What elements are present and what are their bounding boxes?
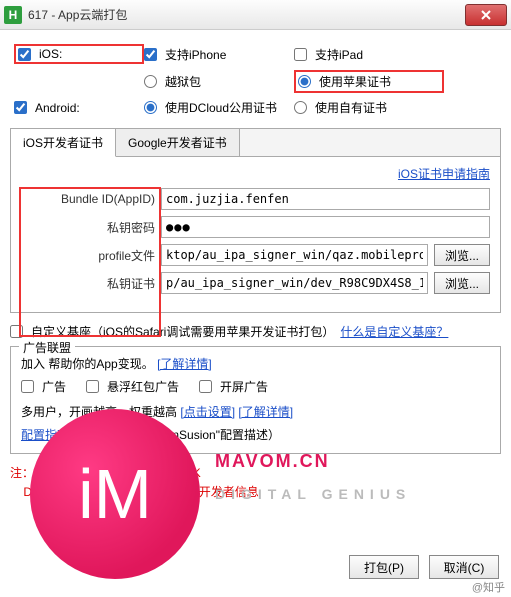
profile-browse-button[interactable]: 浏览...	[434, 244, 490, 266]
ad-chk-1[interactable]: 广告	[21, 378, 66, 395]
ad-learn-link2[interactable]: [了解详情]	[238, 405, 293, 419]
ad-config-guide-link[interactable]: 配置指南	[21, 428, 69, 442]
note-line1: 需要配置Xcode和Android SDK	[37, 466, 200, 480]
android-checkbox[interactable]: Android:	[14, 99, 144, 116]
note-line2a: DCloud	[23, 485, 63, 499]
tab-ios-cert[interactable]: iOS开发者证书	[11, 129, 116, 157]
dcloud-cert-radio[interactable]: 使用DCloud公用证书	[144, 99, 294, 116]
ad-line1-suffix: 帮助你的App变现。	[48, 357, 153, 371]
ad-chk-2[interactable]: 悬浮红包广告	[86, 378, 179, 395]
cert-label: 私钥证书	[21, 275, 161, 292]
cert-guide-link[interactable]: iOS证书申请指南	[398, 167, 490, 181]
note-prefix: 注：	[10, 466, 34, 480]
profile-input[interactable]	[161, 244, 428, 266]
ad-setting-link[interactable]: [点击设置]	[180, 405, 235, 419]
ad-learn-link[interactable]: [了解详情]	[157, 357, 212, 371]
iphone-checkbox[interactable]: 支持iPhone	[144, 44, 294, 64]
ad-chk-3[interactable]: 开屏广告	[199, 378, 268, 395]
pack-button[interactable]: 打包(P)	[349, 555, 419, 579]
profile-label: profile文件	[21, 247, 161, 264]
own-cert-radio[interactable]: 使用自有证书	[294, 99, 444, 116]
ad-title: 广告联盟	[19, 339, 75, 356]
apple-cert-radio[interactable]: 使用苹果证书	[298, 73, 391, 90]
pwd-input[interactable]	[161, 216, 490, 238]
cert-browse-button[interactable]: 浏览...	[434, 272, 490, 294]
pwd-label: 私钥密码	[21, 219, 161, 236]
cancel-button[interactable]: 取消(C)	[429, 555, 499, 579]
bundle-input[interactable]	[161, 188, 490, 210]
ad-line1-prefix: 加入	[21, 357, 45, 371]
cert-input[interactable]	[161, 272, 428, 294]
ad-line3b: （在指南中找到 conSusion"配置描述）	[72, 428, 280, 442]
jailbreak-radio[interactable]: 越狱包	[144, 70, 294, 93]
window-title: 617 - App云端打包	[28, 6, 465, 23]
ad-line2: 多用户，开画越高，权重越高	[21, 405, 177, 419]
custom-base-link[interactable]: 什么是自定义基座？	[340, 323, 448, 340]
note-line2b: 中保留任何开发者证书及开发者信息	[67, 485, 259, 499]
zhihu-watermark: @知乎	[472, 579, 505, 595]
ipad-checkbox[interactable]: 支持iPad	[294, 44, 444, 64]
app-icon: H	[4, 6, 22, 24]
ios-checkbox[interactable]: iOS:	[18, 47, 62, 61]
bundle-label: Bundle ID(AppID)	[21, 192, 161, 206]
close-button[interactable]	[465, 4, 507, 26]
tab-google-cert[interactable]: Google开发者证书	[116, 129, 240, 156]
custom-base-checkbox[interactable]: 自定义基座（iOS的Safari调试需要用苹果开发证书打包）	[10, 323, 334, 340]
